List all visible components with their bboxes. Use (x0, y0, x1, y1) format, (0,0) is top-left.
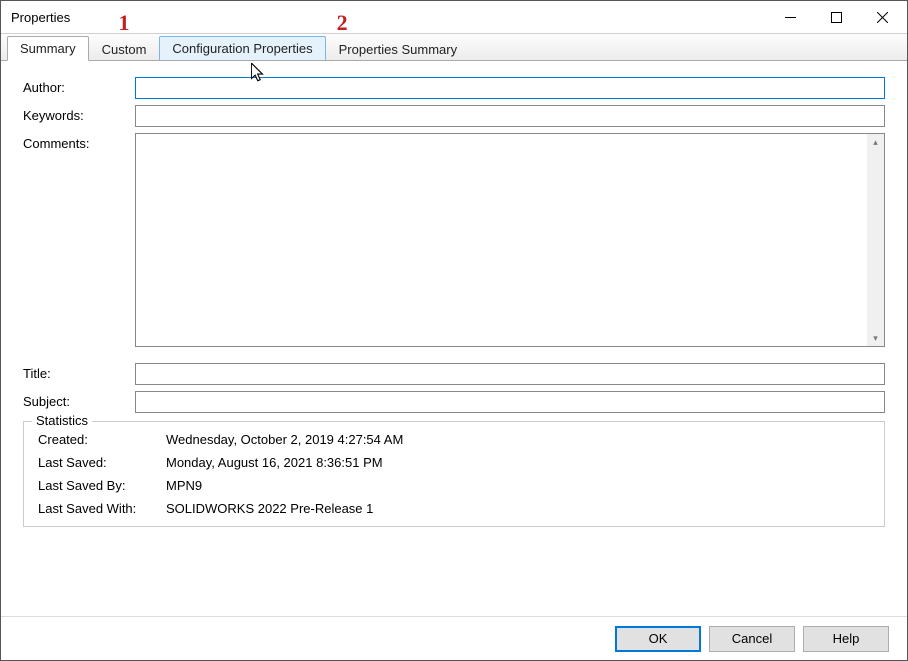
tab-summary[interactable]: Summary (7, 36, 89, 61)
window-controls (767, 2, 905, 32)
minimize-icon (785, 12, 796, 23)
author-input[interactable] (135, 77, 885, 99)
keywords-input[interactable] (135, 105, 885, 127)
tab-config-props-label: Configuration Properties (172, 41, 312, 56)
statistics-legend: Statistics (32, 413, 92, 428)
subject-input[interactable] (135, 391, 885, 413)
tab-props-summary[interactable]: Properties Summary 2 (326, 37, 470, 61)
dialog-footer: OK Cancel Help (1, 616, 907, 660)
last-saved-with-label: Last Saved With: (38, 501, 166, 516)
last-saved-by-label: Last Saved By: (38, 478, 166, 493)
last-saved-label: Last Saved: (38, 455, 166, 470)
minimize-button[interactable] (767, 2, 813, 32)
subject-label: Subject: (23, 391, 135, 409)
comments-label: Comments: (23, 133, 135, 151)
keywords-label: Keywords: (23, 105, 135, 123)
help-button[interactable]: Help (803, 626, 889, 652)
tab-custom-label: Custom (102, 42, 147, 57)
annotation-2: 2 (337, 10, 348, 36)
tab-bar: Summary Custom 1 Configuration Propertie… (1, 33, 907, 61)
comments-textarea[interactable] (136, 134, 867, 346)
tab-config-props[interactable]: Configuration Properties (159, 36, 325, 61)
comments-scrollbar[interactable]: ▴ ▾ (867, 134, 884, 346)
maximize-icon (831, 12, 842, 23)
annotation-1: 1 (119, 10, 130, 36)
title-input[interactable] (135, 363, 885, 385)
created-value: Wednesday, October 2, 2019 4:27:54 AM (166, 432, 403, 447)
tab-custom[interactable]: Custom 1 (89, 37, 160, 61)
tab-summary-label: Summary (20, 41, 76, 56)
tab-panel-summary: Author: Keywords: Comments: ▴ ▾ Title: S… (1, 61, 907, 539)
scroll-down-icon: ▾ (873, 330, 878, 346)
scroll-up-icon: ▴ (873, 134, 878, 150)
author-label: Author: (23, 77, 135, 95)
last-saved-value: Monday, August 16, 2021 8:36:51 PM (166, 455, 383, 470)
cancel-button[interactable]: Cancel (709, 626, 795, 652)
tab-props-summary-label: Properties Summary (339, 42, 457, 57)
last-saved-with-value: SOLIDWORKS 2022 Pre-Release 1 (166, 501, 373, 516)
created-label: Created: (38, 432, 166, 447)
ok-button[interactable]: OK (615, 626, 701, 652)
close-button[interactable] (859, 2, 905, 32)
title-label: Title: (23, 363, 135, 381)
last-saved-by-value: MPN9 (166, 478, 202, 493)
maximize-button[interactable] (813, 2, 859, 32)
title-bar: Properties (1, 1, 907, 33)
statistics-group: Statistics Created: Wednesday, October 2… (23, 421, 885, 527)
close-icon (877, 12, 888, 23)
